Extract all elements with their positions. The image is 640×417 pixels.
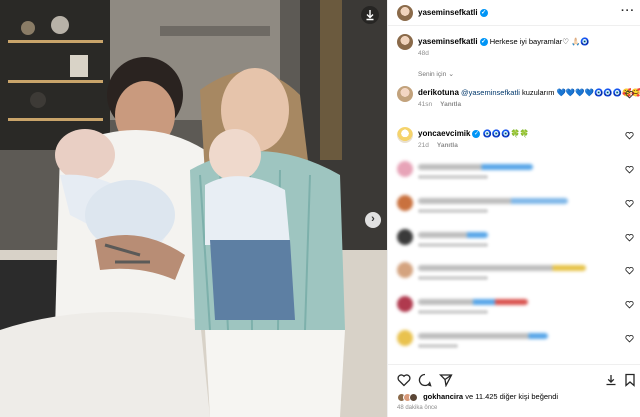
heart-icon[interactable] bbox=[625, 165, 634, 174]
chevron-down-icon: ⌄ bbox=[448, 71, 455, 78]
comment-filter-label: Senin için bbox=[418, 71, 447, 78]
avatar bbox=[397, 161, 413, 177]
save-icon bbox=[366, 10, 374, 21]
comment-filter-dropdown[interactable]: Senin için ⌄ bbox=[418, 70, 454, 78]
likes-username[interactable]: gokhancira bbox=[423, 392, 463, 401]
bookmark-icon[interactable] bbox=[623, 373, 637, 387]
comment-line: derikotuna @yaseminsefkatli kuzularım 💙💙… bbox=[418, 88, 640, 97]
verified-badge-icon: ✓ bbox=[472, 130, 481, 139]
blurred-meta bbox=[418, 344, 458, 348]
blurred-comment bbox=[388, 296, 640, 318]
blurred-meta bbox=[418, 175, 488, 179]
post-sidebar: yaseminsefkatli ✓ ··· yaseminsefkatli ✓ He… bbox=[387, 0, 640, 417]
heart-icon[interactable] bbox=[625, 266, 634, 275]
caption-username[interactable]: yaseminsefkatli ✓ bbox=[418, 37, 488, 46]
family-photo-illustration bbox=[0, 0, 387, 417]
comment-username[interactable]: derikotuna bbox=[418, 88, 459, 97]
post-header: yaseminsefkatli ✓ ··· bbox=[388, 0, 640, 26]
save-icon[interactable] bbox=[604, 373, 618, 387]
heart-icon[interactable] bbox=[625, 131, 634, 140]
avatar bbox=[397, 330, 413, 346]
post-actions: gokhancira ve 11.425 diğer kişi beğendi … bbox=[388, 364, 640, 417]
heart-icon[interactable] bbox=[625, 233, 634, 242]
comment-mention[interactable]: @yaseminsefkatli bbox=[461, 88, 520, 97]
comment-time: 21d bbox=[418, 142, 429, 149]
comment-meta: 21d Yanıtla bbox=[418, 142, 458, 149]
reply-button[interactable]: Yanıtla bbox=[437, 142, 458, 149]
blurred-comment bbox=[388, 262, 640, 284]
heart-icon[interactable] bbox=[625, 199, 634, 208]
blurred-text bbox=[418, 299, 528, 305]
likes-text: ve 11.425 diğer kişi beğendi bbox=[465, 392, 559, 401]
heart-icon[interactable] bbox=[397, 373, 411, 387]
blurred-comment bbox=[388, 229, 640, 251]
avatar bbox=[397, 195, 413, 211]
avatar bbox=[409, 392, 418, 402]
save-media-button[interactable] bbox=[361, 6, 379, 24]
likes-summary[interactable]: gokhancira ve 11.425 diğer kişi beğendi bbox=[397, 392, 558, 402]
more-options-icon[interactable]: ··· bbox=[621, 5, 635, 17]
avatar[interactable] bbox=[397, 5, 413, 21]
post-timestamp: 48 dakika önce bbox=[397, 405, 438, 411]
heart-icon[interactable] bbox=[625, 300, 634, 309]
comment-username[interactable]: yoncaevcimik bbox=[418, 129, 470, 138]
blurred-text bbox=[418, 198, 568, 204]
comment-text: kuzularım bbox=[521, 88, 555, 97]
verified-badge-icon: ✓ bbox=[479, 37, 488, 46]
avatar bbox=[397, 262, 413, 278]
blurred-meta bbox=[418, 243, 488, 247]
comment-line: yoncaevcimik ✓ 🧿🧿🧿🍀🍀 bbox=[418, 129, 530, 139]
blurred-text bbox=[418, 232, 488, 238]
comment-time: 41sn bbox=[418, 101, 433, 108]
caption-line: yaseminsefkatli ✓ Herkese iyi bayramlar♡ … bbox=[418, 37, 590, 46]
avatar[interactable] bbox=[397, 86, 413, 102]
blurred-text bbox=[418, 265, 586, 271]
reply-button[interactable]: Yanıtla bbox=[440, 101, 461, 108]
blurred-text bbox=[418, 164, 533, 170]
next-arrow-icon[interactable]: › bbox=[365, 212, 381, 228]
avatar[interactable] bbox=[397, 34, 413, 50]
avatar bbox=[397, 229, 413, 245]
blurred-comment bbox=[388, 161, 640, 183]
comment-meta: 41sn Yanıtla bbox=[418, 101, 461, 108]
comment-icon[interactable] bbox=[418, 373, 432, 387]
post-photo: › bbox=[0, 0, 387, 417]
author-username[interactable]: yaseminsefkatli ✓ bbox=[418, 8, 488, 17]
caption-time: 48d bbox=[418, 50, 429, 57]
blurred-comment bbox=[388, 195, 640, 217]
avatar[interactable] bbox=[397, 127, 413, 143]
avatar bbox=[397, 296, 413, 312]
comment-emojis: 🧿🧿🧿🍀🍀 bbox=[482, 129, 530, 138]
blurred-meta bbox=[418, 209, 488, 213]
blurred-meta bbox=[418, 310, 488, 314]
blurred-text bbox=[418, 333, 548, 339]
share-icon[interactable] bbox=[439, 373, 453, 387]
blurred-meta bbox=[418, 276, 488, 280]
heart-icon[interactable] bbox=[625, 334, 634, 343]
blurred-comment bbox=[388, 330, 640, 352]
caption-text: Herkese iyi bayramlar♡ 🙏🏻🧿 bbox=[489, 37, 590, 46]
heart-icon[interactable] bbox=[625, 90, 634, 99]
verified-badge-icon: ✓ bbox=[479, 8, 488, 17]
